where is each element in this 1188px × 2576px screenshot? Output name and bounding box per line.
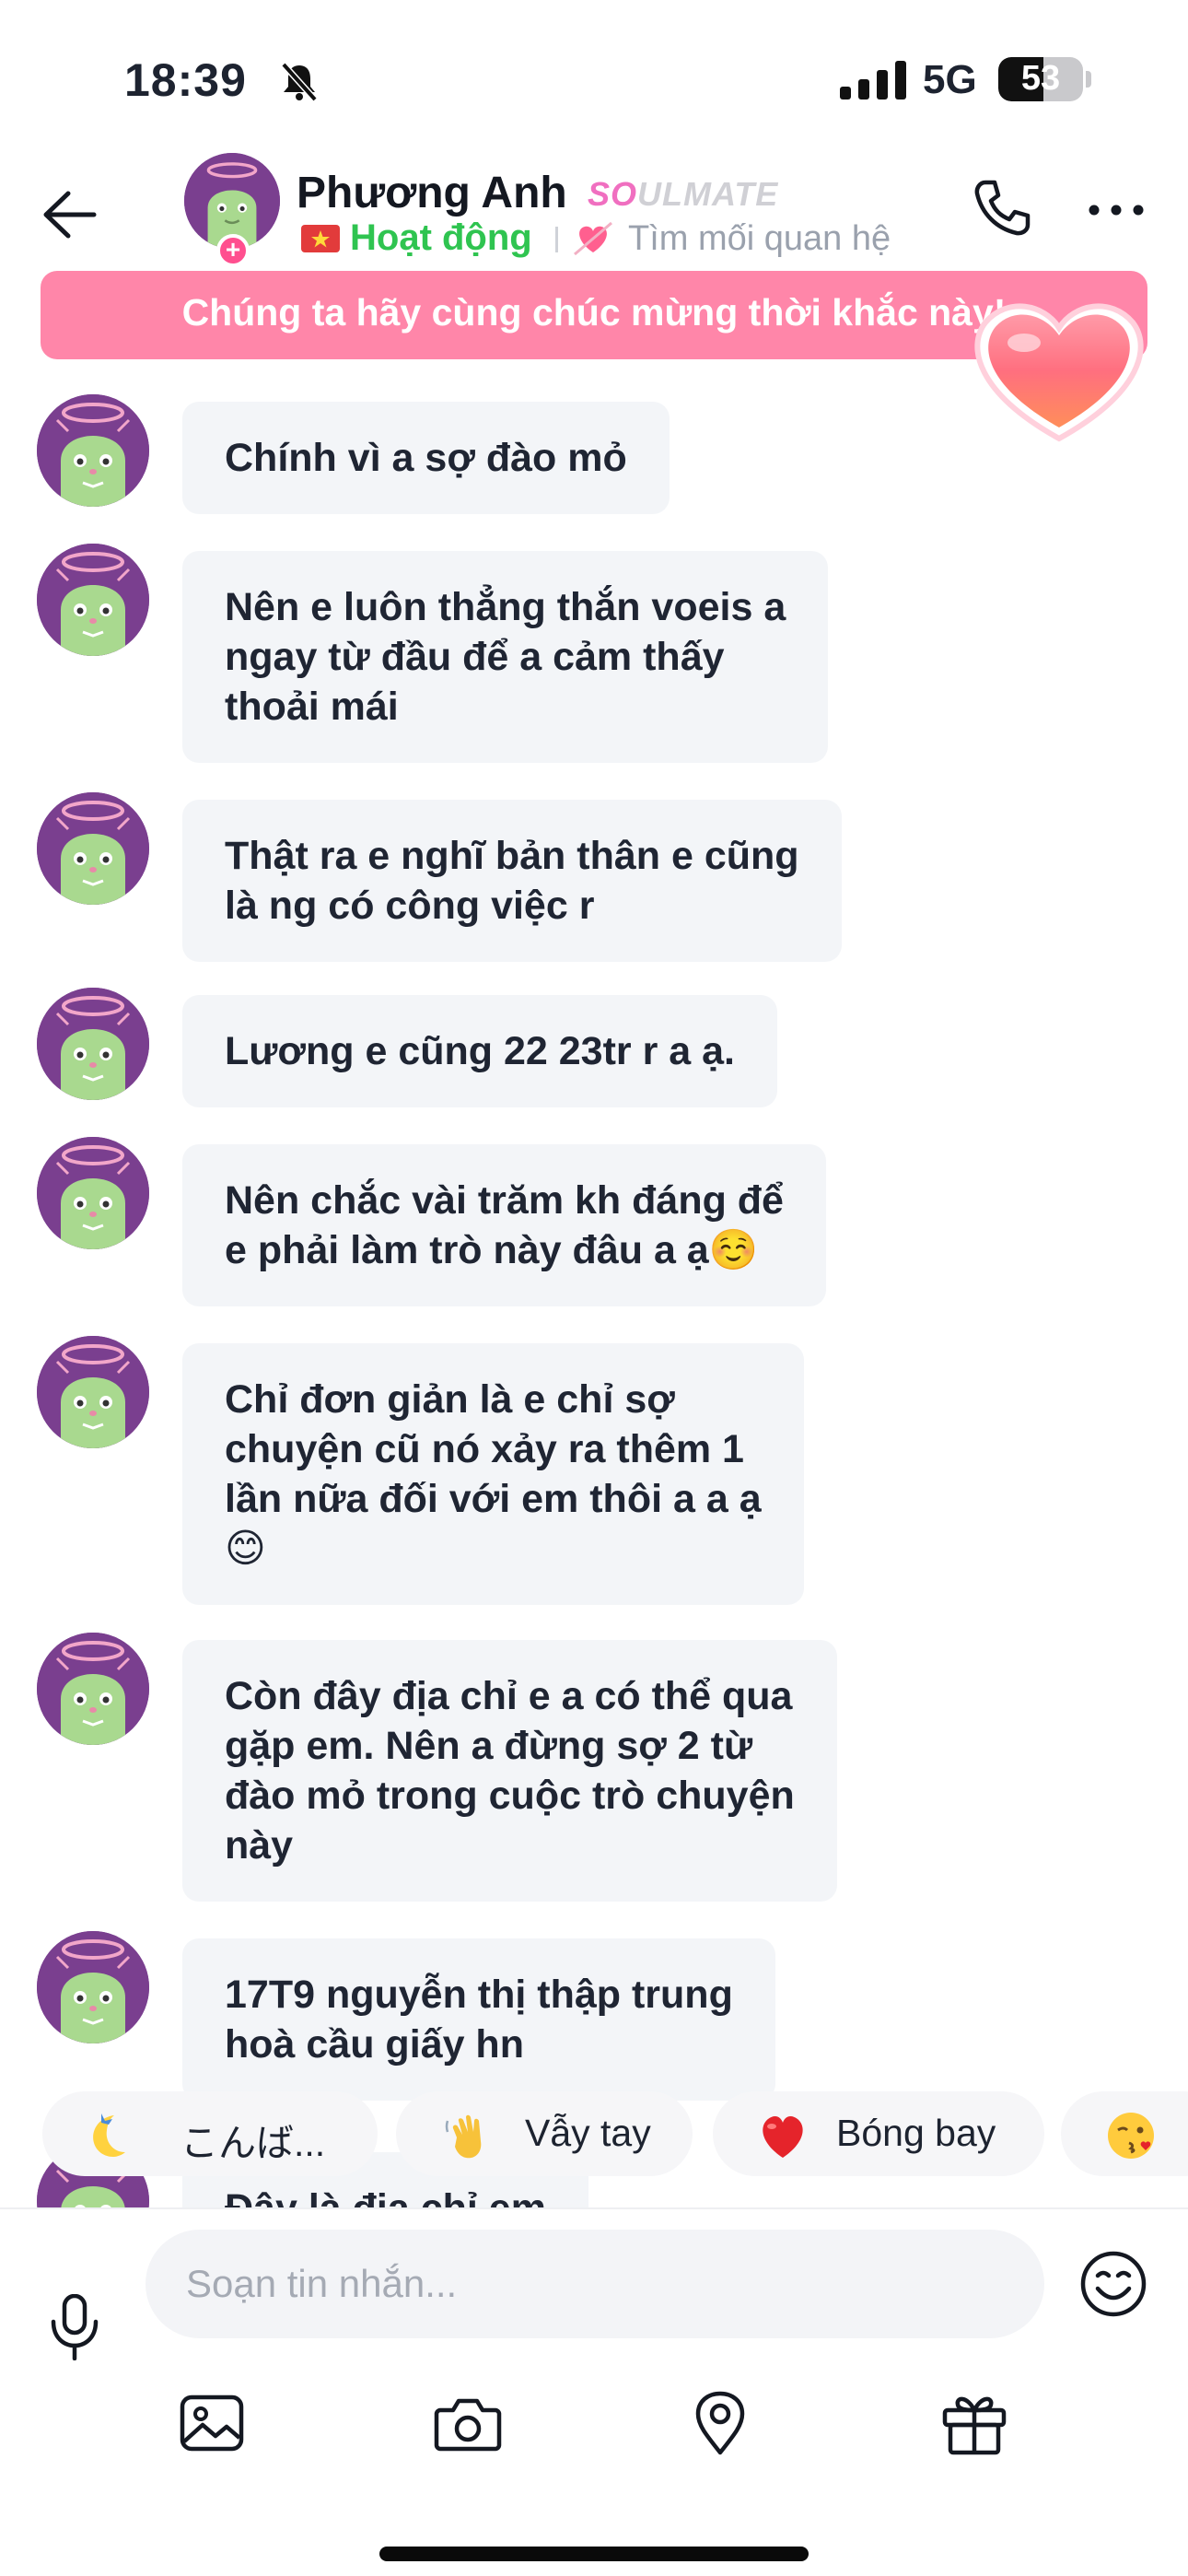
sender-avatar[interactable]: [37, 1137, 149, 1249]
message-text-line: 17T9 nguyễn thị thập trung: [225, 1973, 733, 2017]
quick-reply-label: こんば...: [181, 2122, 326, 2164]
battery-indicator: 53: [998, 57, 1083, 101]
message-text-line: 😊: [225, 1527, 266, 1571]
home-indicator: [379, 2547, 809, 2561]
message-text-line: Nên e luôn thẳng thắn voeis a: [225, 585, 786, 629]
soulmate-badge: SOULMATE: [588, 175, 778, 214]
contact-name[interactable]: Phương Anh: [297, 168, 567, 218]
message-input[interactable]: [146, 2230, 1044, 2338]
message-bubble[interactable]: Lương e cũng 22 23tr r a ạ.: [182, 995, 777, 1107]
red-heart-icon: [763, 2116, 803, 2158]
sender-avatar[interactable]: [37, 1931, 149, 2043]
message-text-line: ngay từ đầu để a cảm thấy: [225, 635, 725, 679]
message-text-line: Chính vì a sợ đào mỏ: [225, 436, 627, 480]
sender-avatar[interactable]: [37, 394, 149, 507]
back-arrow-icon[interactable]: [37, 182, 101, 247]
message-text-line: chuyện cũ nó xảy ra thêm 1: [225, 1427, 744, 1471]
message-bubble[interactable]: Còn đây địa chỉ e a có thể qua gặp em. Nê…: [182, 1640, 837, 1902]
phone-call-icon[interactable]: [969, 175, 1035, 241]
winking-kiss-icon: [1108, 2113, 1154, 2159]
crescent-moon-icon: [93, 2113, 125, 2157]
alien-avatar-icon: [37, 988, 149, 1100]
soulmate-badge-prefix: SO: [588, 175, 638, 213]
vietnam-flag-icon: [301, 225, 340, 252]
add-friend-badge[interactable]: +: [216, 234, 250, 267]
status-time: 18:39: [124, 54, 247, 106]
message-text-line: gặp em. Nên a đừng sợ 2 từ: [225, 1724, 753, 1768]
sender-avatar[interactable]: [37, 1633, 149, 1745]
gift-icon[interactable]: [939, 2390, 1009, 2456]
message-text-line: Thật ra e nghĩ bản thân e cũng: [225, 834, 799, 878]
alien-avatar-icon: [37, 1931, 149, 2043]
message-text-line: Lương e cũng 22 23tr r a ạ.: [225, 1029, 735, 1073]
camera-icon[interactable]: [433, 2390, 503, 2456]
quick-reply-chip[interactable]: Vẫy tay: [396, 2091, 693, 2176]
message-text-line: Còn đây địa chỉ e a có thể qua: [225, 1674, 793, 1718]
alien-avatar-icon: [37, 1633, 149, 1745]
alien-avatar-icon: [37, 1336, 149, 1448]
message-text-line: Nên chắc vài trăm kh đáng để: [225, 1178, 784, 1223]
emoji-picker-icon[interactable]: [1079, 2250, 1147, 2318]
quick-reply-label: Bóng bay: [836, 2112, 996, 2154]
message-bubble[interactable]: Thật ra e nghĩ bản thân e cũng là ng có c…: [182, 800, 842, 962]
message-text-line: e phải làm trò này đâu a ạ☺️: [225, 1228, 759, 1272]
sender-avatar[interactable]: [37, 792, 149, 905]
compose-bar: [0, 2207, 1188, 2576]
quick-reply-bar[interactable]: こんば... Vẫy tay Bóng bay: [0, 2091, 1188, 2180]
sender-avatar[interactable]: [37, 544, 149, 656]
more-options-icon[interactable]: [1087, 203, 1146, 217]
relationship-goal: Tìm mối quan hệ: [628, 219, 891, 258]
status-divider: [555, 227, 558, 252]
heart-arrow-icon: [574, 221, 612, 256]
location-icon[interactable]: [685, 2390, 755, 2456]
quick-reply-chip[interactable]: Bóng bay: [713, 2091, 1044, 2176]
message-text-line: Chỉ đơn giản là e chỉ sợ: [225, 1377, 675, 1422]
message-bubble[interactable]: Chính vì a sợ đào mỏ: [182, 402, 670, 514]
message-bubble[interactable]: Nên e luôn thẳng thắn voeis a ngay từ đầu…: [182, 551, 829, 763]
quick-reply-chip[interactable]: こんば...: [42, 2091, 378, 2176]
message-bubble[interactable]: 17T9 nguyễn thị thập trung hoà cầu giấy h…: [182, 1938, 775, 2101]
alien-avatar-icon: [37, 1137, 149, 1249]
message-bubble[interactable]: Nên chắc vài trăm kh đáng để e phải làm t…: [182, 1144, 826, 1306]
message-text-line: này: [225, 1823, 294, 1868]
battery-percent: 53: [1020, 59, 1061, 98]
battery-tip: [1086, 71, 1091, 88]
online-status: Hoạt động: [350, 217, 532, 258]
signal-strength-icon: [840, 61, 906, 100]
chat-header: + Phương Anh SOULMATE Hoạt động Tìm mối …: [0, 147, 1188, 267]
quick-reply-label: Vẫy tay: [525, 2112, 651, 2154]
microphone-icon[interactable]: [46, 2294, 103, 2360]
message-list[interactable]: Chính vì a sợ đào mỏ Nên e luôn thẳng thắ…: [0, 387, 1188, 2211]
message-text-line: đào mỏ trong cuộc trò chuyện: [225, 1774, 795, 1818]
status-bar: 18:39 5G 53: [0, 0, 1188, 157]
quick-reply-chip[interactable]: [1061, 2091, 1188, 2176]
alien-avatar-icon: [37, 792, 149, 905]
message-bubble[interactable]: Chỉ đơn giản là e chỉ sợ chuyện cũ nó xảy…: [182, 1343, 804, 1605]
message-text-line: lần nữa đối với em thôi a a ạ: [225, 1477, 762, 1521]
waving-hand-icon: [445, 2114, 482, 2159]
image-icon[interactable]: [177, 2390, 247, 2456]
message-text-line: thoải mái: [225, 685, 399, 729]
message-text-line: hoà cầu giấy hn: [225, 2022, 524, 2067]
message-text-line: là ng có công việc r: [225, 884, 595, 928]
sender-avatar[interactable]: [37, 988, 149, 1100]
alien-avatar-icon: [37, 394, 149, 507]
bell-muted-icon: [281, 62, 318, 102]
sender-avatar[interactable]: [37, 1336, 149, 1448]
network-type: 5G: [923, 57, 977, 102]
alien-avatar-icon: [37, 544, 149, 656]
soulmate-badge-suffix: ULMATE: [637, 175, 779, 213]
